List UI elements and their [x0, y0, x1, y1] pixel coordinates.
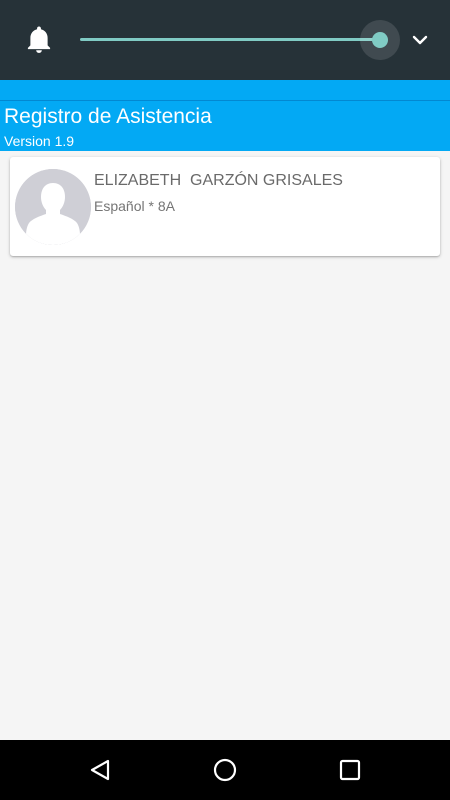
recents-icon[interactable]	[335, 755, 365, 785]
app-title: Registro de Asistencia	[4, 105, 212, 128]
app-version: Version 1.9	[4, 133, 75, 149]
screen: Registro de Asistencia Version 1.9 ELIZA…	[0, 0, 450, 800]
app-bar: Registro de Asistencia Version 1.9	[0, 101, 450, 151]
bell-icon[interactable]	[26, 26, 52, 54]
student-card[interactable]: ELIZABETH GARZÓN GRISALES Español * 8A	[10, 157, 440, 256]
student-name: ELIZABETH GARZÓN GRISALES	[94, 172, 343, 189]
home-icon[interactable]	[210, 755, 240, 785]
navigation-bar	[0, 740, 450, 800]
brightness-slider-thumb[interactable]	[372, 32, 388, 48]
brightness-slider-track[interactable]	[80, 38, 380, 41]
person-silhouette-icon	[15, 169, 91, 245]
quick-settings-shade	[0, 0, 450, 80]
back-icon[interactable]	[85, 755, 115, 785]
status-area	[0, 80, 450, 100]
student-course: Español * 8A	[94, 198, 175, 214]
avatar	[15, 169, 91, 245]
chevron-down-icon[interactable]	[410, 32, 430, 48]
